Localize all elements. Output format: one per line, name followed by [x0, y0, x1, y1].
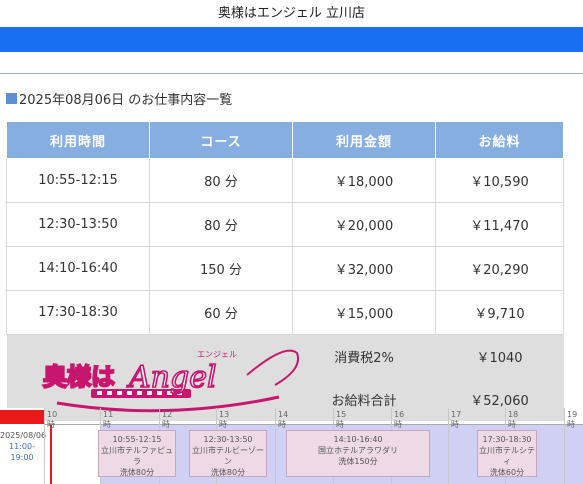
- hour-label: 17時: [451, 410, 462, 429]
- block-place: 国立ホテルアラワダリ: [318, 446, 398, 455]
- table-row: 12:30-13:50 80 分 ￥20,000 ￥11,470: [6, 202, 564, 247]
- block-place: 立川市テルビーゾーン: [192, 446, 264, 466]
- block-time: 17:30-18:30: [482, 435, 532, 444]
- cell-time: 12:30-13:50: [6, 202, 150, 247]
- cell-amount: ￥18,000: [292, 158, 436, 203]
- hour-label: 16時: [394, 410, 405, 429]
- section-heading: 2025年08月06日 のお仕事内容一覧: [6, 89, 232, 108]
- logo-main-text: 奥様は: [43, 362, 115, 391]
- cell-pay: ￥10,590: [435, 158, 564, 203]
- cell-pay: ￥11,470: [435, 202, 564, 247]
- timeline-date-panel: 2025/08/06 11:00-19:00: [0, 408, 47, 484]
- cell-time: 14:10-16:40: [6, 246, 150, 291]
- table-row: 17:30-18:30 60 分 ￥15,000 ￥9,710: [6, 290, 564, 335]
- square-bullet-icon: [6, 93, 17, 104]
- hour-label: 14時: [278, 410, 289, 429]
- cell-course: 150 分: [149, 246, 293, 291]
- shop-title: 奥様はエンジェル 立川店: [217, 6, 366, 21]
- divider: [0, 73, 583, 74]
- block-time: 14:10-16:40: [333, 435, 383, 444]
- hour-label: 15時: [336, 410, 347, 429]
- block-time: 10:55-12:15: [112, 435, 162, 444]
- schedule-block[interactable]: 17:30-18:30 立川市テルシティ 洗体60分: [477, 430, 537, 477]
- col-header-course: コース: [149, 121, 293, 159]
- cell-amount: ￥32,000: [292, 246, 436, 291]
- block-course: 洗体150分: [338, 457, 378, 466]
- nav-bar: [0, 27, 583, 52]
- schedule-block[interactable]: 10:55-12:15 立川市テルファピュラ 洗体80分: [98, 430, 176, 477]
- col-header-pay: お給料: [435, 121, 564, 159]
- cell-pay: ￥9,710: [435, 290, 564, 335]
- timeline-grid: 10時 11時 12時 13時 14時 15時 16時 17時 18時 19時 …: [44, 408, 583, 484]
- col-header-time: 利用時間: [6, 121, 150, 159]
- timeline-header: [44, 408, 583, 425]
- hour-label: 13時: [219, 410, 230, 429]
- schedule-timeline: 2025/08/06 11:00-19:00 10時 11時 12時 13時 1…: [0, 408, 583, 484]
- timeline-date: 2025/08/06: [0, 431, 47, 440]
- cell-time: 17:30-18:30: [6, 290, 150, 335]
- table-row: 14:10-16:40 150 分 ￥32,000 ￥20,290: [6, 246, 564, 291]
- hour-label: 19時: [567, 410, 578, 429]
- work-table: 利用時間 コース 利用金額 お給料 10:55-12:15 80 分 ￥18,0…: [6, 121, 564, 421]
- block-course: 洗体80分: [119, 468, 155, 477]
- logo-ruby-text: エンジェル: [197, 350, 237, 359]
- timeline-shift: 11:00-19:00: [9, 442, 35, 462]
- block-place: 立川市テルシティ: [479, 446, 535, 466]
- today-marker: [0, 410, 44, 424]
- hour-label: 10時: [47, 410, 58, 429]
- hour-label: 12時: [162, 410, 173, 429]
- logo-script-text: Angel: [126, 360, 217, 395]
- cell-course: 80 分: [149, 158, 293, 203]
- cell-amount: ￥15,000: [292, 290, 436, 335]
- tax-label: 消費税2%: [292, 334, 436, 378]
- block-course: 洗体60分: [489, 468, 525, 477]
- cell-time: 10:55-12:15: [6, 158, 150, 203]
- block-place: 立川市テルファピュラ: [101, 446, 173, 466]
- cell-pay: ￥20,290: [435, 246, 564, 291]
- table-header-row: 利用時間 コース 利用金額 お給料: [6, 121, 564, 159]
- cell-course: 60 分: [149, 290, 293, 335]
- hour-label: 18時: [508, 410, 519, 429]
- hour-label: 11時: [103, 410, 114, 429]
- tax-row: 奥様は Angel エンジェル 消費税2% ￥1040: [6, 334, 564, 421]
- schedule-block[interactable]: 14:10-16:40 国立ホテルアラワダリ 洗体150分: [286, 430, 430, 477]
- section-heading-text: 2025年08月06日 のお仕事内容一覧: [19, 93, 233, 108]
- current-time-line: [50, 425, 52, 484]
- tax-value: ￥1040: [435, 334, 564, 378]
- cell-course: 80 分: [149, 202, 293, 247]
- schedule-block[interactable]: 12:30-13:50 立川市テルビーゾーン 洗体80分: [189, 430, 267, 477]
- table-row: 10:55-12:15 80 分 ￥18,000 ￥10,590: [6, 158, 564, 203]
- block-course: 洗体80分: [210, 468, 246, 477]
- block-time: 12:30-13:50: [203, 435, 253, 444]
- col-header-amount: 利用金額: [292, 121, 436, 159]
- cell-amount: ￥20,000: [292, 202, 436, 247]
